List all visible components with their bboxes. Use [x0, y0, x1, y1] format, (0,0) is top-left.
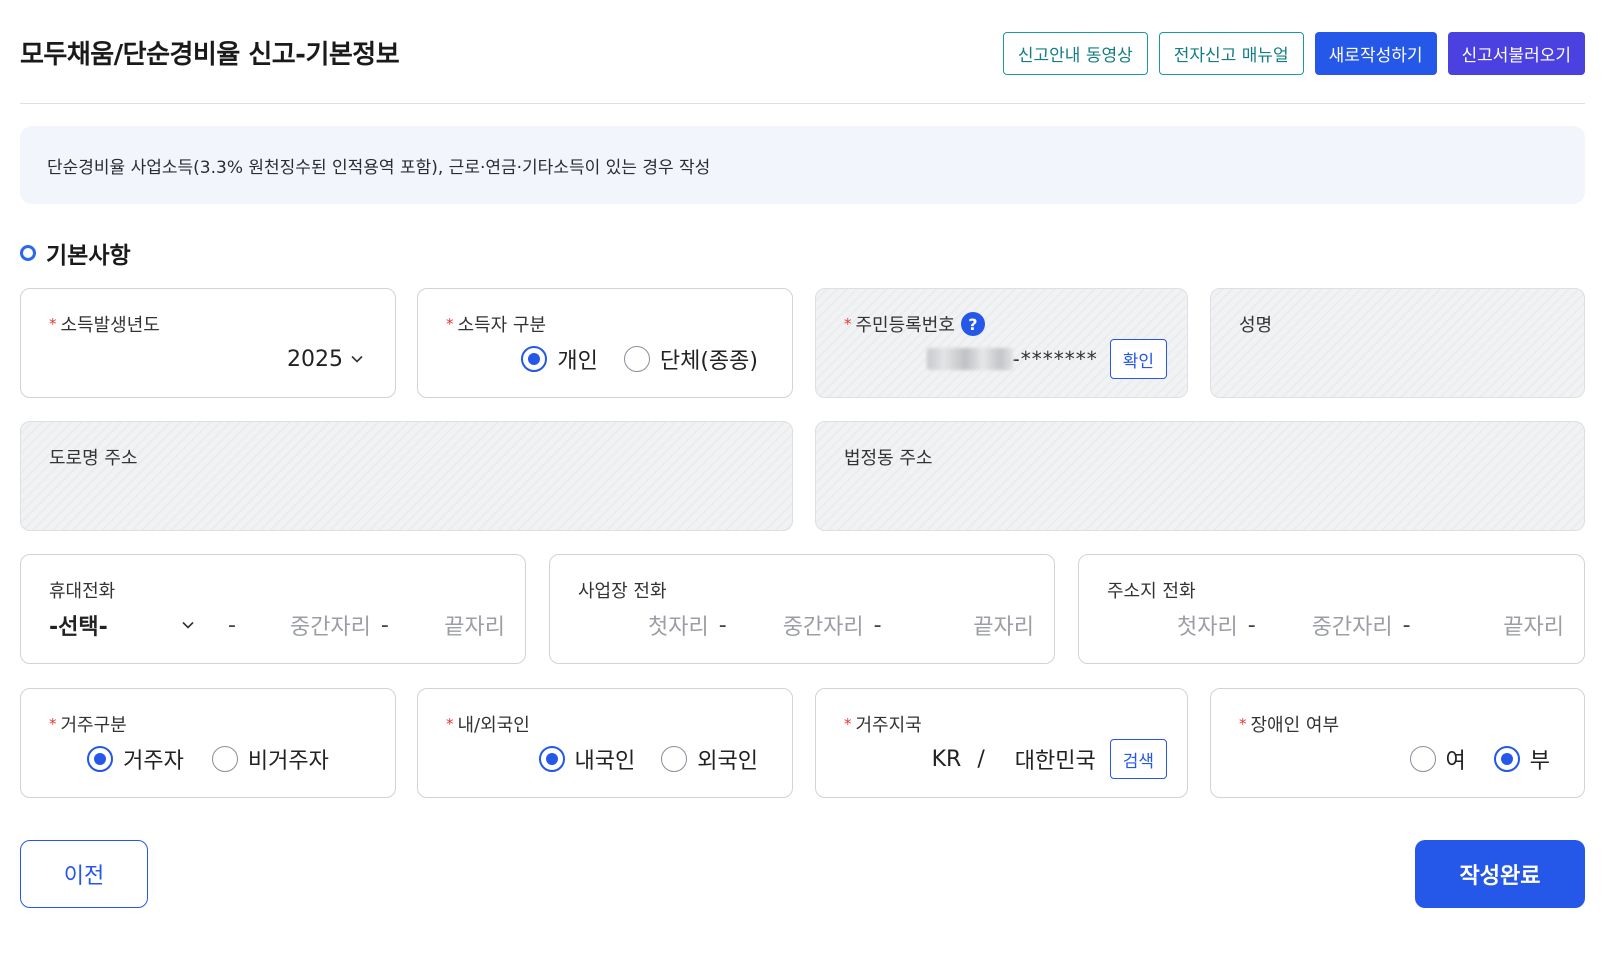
disability-card: * 장애인 여부 여 부 — [1210, 688, 1585, 798]
income-year-card: * 소득발생년도 2025 — [20, 288, 396, 398]
residency-label: 거주구분 — [60, 715, 127, 736]
new-write-button[interactable]: 새로작성하기 — [1314, 32, 1437, 75]
page-header: 모두채움/단순경비율 신고-기본정보 신고안내 동영상 전자신고 매뉴얼 새로작… — [20, 28, 1585, 104]
country-name: 대한민국 — [1014, 749, 1096, 774]
legal-address-label: 법정동 주소 — [844, 448, 933, 469]
rrn-masked-back: -******* — [1012, 347, 1098, 371]
business-phone-middle-input[interactable]: 중간자리 — [783, 609, 864, 641]
business-phone-label: 사업장 전화 — [578, 581, 667, 602]
country-label: 거주지국 — [855, 715, 922, 736]
required-mark: * — [1239, 715, 1247, 733]
rrn-label: 주민등록번호 — [855, 315, 955, 336]
home-phone-card: 주소지 전화 첫자리 - 중간자리 - 끝자리 — [1078, 554, 1585, 664]
nationality-domestic-option[interactable]: 내국인 — [538, 743, 635, 775]
required-mark: * — [446, 315, 454, 333]
mobile-middle-input[interactable]: 중간자리 — [290, 609, 371, 641]
business-phone-last-input[interactable]: 끝자리 — [973, 609, 1034, 641]
radio-selected[interactable] — [521, 346, 548, 372]
home-phone-first-input[interactable]: 첫자리 — [1177, 609, 1238, 641]
income-year-value: 2025 — [287, 346, 343, 372]
section-title: 기본사항 — [20, 236, 131, 270]
mobile-label: 휴대전화 — [49, 581, 116, 602]
page-title: 모두채움/단순경비율 신고-기본정보 — [20, 40, 400, 70]
required-mark: * — [844, 715, 852, 733]
radio-unselected[interactable] — [623, 346, 650, 372]
radio-selected[interactable] — [538, 746, 565, 772]
residency-resident-option[interactable]: 거주자 — [87, 743, 184, 775]
disability-no-option[interactable]: 부 — [1493, 743, 1550, 775]
required-mark: * — [446, 715, 454, 733]
section-title-text: 기본사항 — [46, 243, 131, 269]
nationality-card: * 내/외국인 내국인 외국인 — [417, 688, 793, 798]
radio-selected[interactable] — [1493, 746, 1520, 772]
required-mark: * — [844, 315, 852, 333]
disability-label: 장애인 여부 — [1250, 715, 1340, 736]
home-phone-middle-input[interactable]: 중간자리 — [1312, 609, 1393, 641]
earner-type-card: * 소득자 구분 개인 단체(종종) — [417, 288, 793, 398]
radio-unselected[interactable] — [1409, 746, 1436, 772]
earner-type-individual-option[interactable]: 개인 — [521, 343, 598, 375]
notice-box: 단순경비율 사업소득(3.3% 원천징수된 인적용역 포함), 근로·연금·기타… — [20, 126, 1585, 204]
header-actions: 신고안내 동영상 전자신고 매뉴얼 새로작성하기 신고서불러오기 — [1002, 32, 1585, 75]
road-address-card: 도로명 주소 — [20, 421, 793, 531]
business-phone-first-input[interactable]: 첫자리 — [648, 609, 709, 641]
bullet-circle-icon — [20, 245, 36, 261]
rrn-blurred-front — [926, 348, 1013, 370]
name-card: 성명 — [1210, 288, 1585, 398]
disability-yes-option[interactable]: 여 — [1409, 743, 1466, 775]
mobile-carrier-select[interactable]: -선택- — [49, 609, 194, 641]
income-year-label: 소득발생년도 — [60, 315, 160, 336]
help-icon[interactable]: ? — [960, 312, 985, 336]
chevron-down-icon — [351, 355, 363, 363]
required-mark: * — [49, 315, 57, 333]
prev-button[interactable]: 이전 — [20, 840, 148, 908]
residency-nonresident-option[interactable]: 비거주자 — [211, 743, 329, 775]
radio-unselected[interactable] — [211, 746, 238, 772]
earner-type-group-option[interactable]: 단체(종종) — [623, 343, 758, 375]
mobile-card: 휴대전화 -선택- - 중간자리 - 끝자리 — [20, 554, 526, 664]
country-card: * 거주지국 KR / 대한민국 검색 — [815, 688, 1188, 798]
nationality-foreign-option[interactable]: 외국인 — [661, 743, 758, 775]
load-return-button[interactable]: 신고서불러오기 — [1447, 32, 1585, 75]
home-phone-last-input[interactable]: 끝자리 — [1503, 609, 1564, 641]
name-label: 성명 — [1239, 315, 1273, 336]
radio-unselected[interactable] — [661, 746, 688, 772]
business-phone-card: 사업장 전화 첫자리 - 중간자리 - 끝자리 — [549, 554, 1055, 664]
guide-video-button[interactable]: 신고안내 동영상 — [1002, 32, 1148, 75]
country-search-button[interactable]: 검색 — [1109, 739, 1167, 779]
home-phone-label: 주소지 전화 — [1107, 581, 1196, 602]
notice-text: 단순경비율 사업소득(3.3% 원천징수된 인적용역 포함), 근로·연금·기타… — [47, 157, 711, 178]
country-code: KR — [931, 746, 962, 772]
e-filing-manual-button[interactable]: 전자신고 매뉴얼 — [1158, 32, 1304, 75]
rrn-confirm-button[interactable]: 확인 — [1109, 339, 1167, 379]
income-year-select[interactable]: 2025 — [49, 341, 367, 377]
residency-card: * 거주구분 거주자 비거주자 — [20, 688, 396, 798]
chevron-down-icon — [182, 621, 194, 629]
earner-type-label: 소득자 구분 — [457, 315, 547, 336]
legal-address-card: 법정동 주소 — [815, 421, 1585, 531]
nationality-label: 내/외국인 — [457, 715, 530, 736]
road-address-label: 도로명 주소 — [49, 448, 138, 469]
complete-button[interactable]: 작성완료 — [1415, 840, 1585, 908]
radio-selected[interactable] — [87, 746, 114, 772]
required-mark: * — [49, 715, 57, 733]
rrn-card: * 주민등록번호? -******* 확인 — [815, 288, 1188, 398]
mobile-last-input[interactable]: 끝자리 — [444, 609, 505, 641]
